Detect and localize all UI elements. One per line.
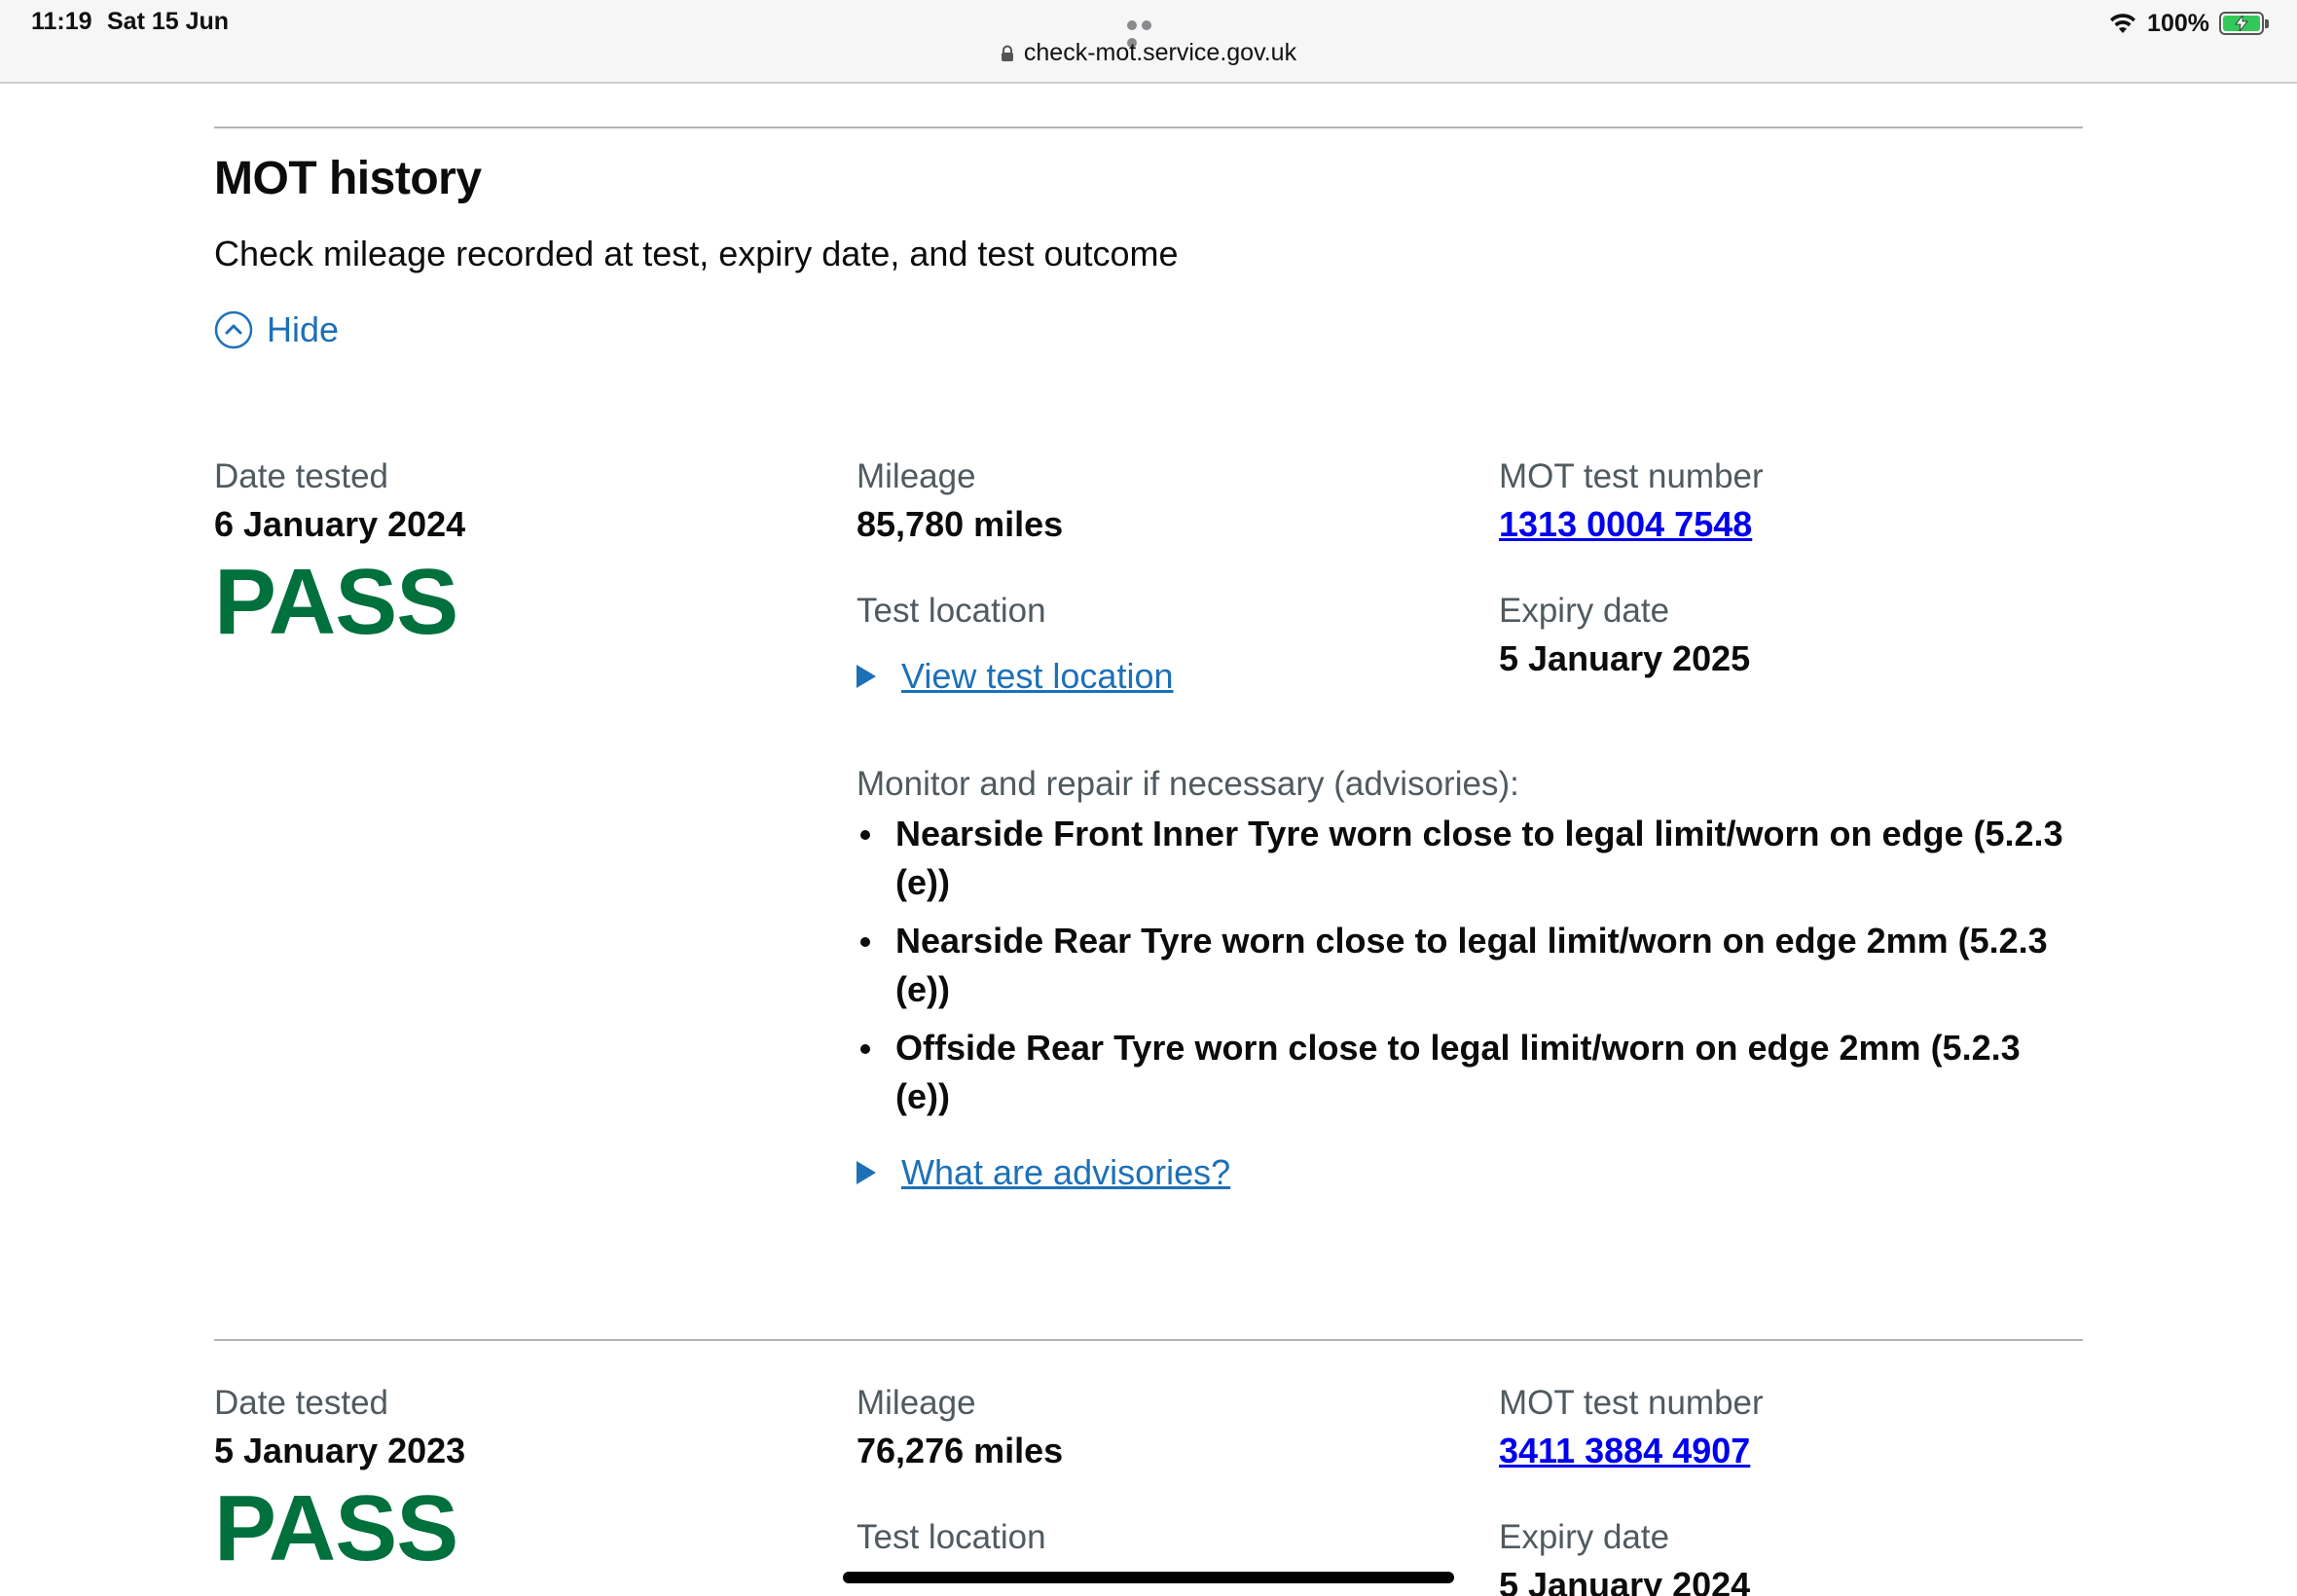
date-tested-label: Date tested bbox=[214, 1384, 388, 1422]
advisories-heading: Monitor and repair if necessary (advisor… bbox=[857, 765, 1519, 803]
test-2-details-column: Mileage 76,276 miles Test location bbox=[857, 1380, 1440, 1561]
test-result: PASS bbox=[214, 550, 458, 654]
expiry-date-value: 5 January 2025 bbox=[1499, 638, 1751, 678]
test-location-label: Test location bbox=[857, 1518, 1046, 1556]
lock-icon bbox=[1001, 45, 1013, 61]
main-content: MOT history Check mileage recorded at te… bbox=[214, 84, 2083, 1596]
address-bar[interactable]: check-mot.service.gov.uk bbox=[0, 39, 2297, 67]
home-indicator[interactable] bbox=[843, 1572, 1454, 1583]
multitasking-dots-icon[interactable] bbox=[1127, 18, 1170, 48]
test-number-link[interactable]: 3411 3884 4907 bbox=[1499, 1427, 2083, 1475]
triangle-right-icon bbox=[857, 1161, 876, 1184]
chevron-up-circle-icon bbox=[214, 310, 253, 349]
what-are-advisories-toggle[interactable]: What are advisories? bbox=[857, 1152, 2083, 1193]
test-1-number-column: MOT test number 1313 0004 7548 Expiry da… bbox=[1499, 453, 2083, 683]
hide-label: Hide bbox=[267, 309, 340, 349]
status-time: 11:19 bbox=[31, 8, 92, 35]
test-number-label: MOT test number bbox=[1499, 1384, 1764, 1422]
expiry-date-label: Expiry date bbox=[1499, 1518, 1670, 1556]
section-divider bbox=[214, 127, 2083, 128]
expiry-date-label: Expiry date bbox=[1499, 592, 1670, 630]
hide-toggle[interactable]: Hide bbox=[214, 309, 339, 350]
date-tested-value: 6 January 2024 bbox=[214, 504, 466, 544]
list-item: Nearside Front Inner Tyre worn close to … bbox=[857, 810, 2083, 907]
date-tested-label: Date tested bbox=[214, 457, 388, 495]
mileage-value: 76,276 miles bbox=[857, 1431, 1064, 1470]
test-number-label: MOT test number bbox=[1499, 457, 1764, 495]
list-item: Nearside Rear Tyre worn close to legal l… bbox=[857, 917, 2083, 1014]
test-2-number-column: MOT test number 3411 3884 4907 Expiry da… bbox=[1499, 1380, 2083, 1596]
triangle-right-icon bbox=[857, 665, 876, 688]
battery-charging-icon bbox=[2219, 12, 2269, 35]
battery-percent: 100% bbox=[2147, 9, 2209, 37]
mileage-label: Mileage bbox=[857, 1384, 976, 1422]
test-2-date-column: Date tested 5 January 2023 PASS bbox=[214, 1380, 798, 1582]
url-text: check-mot.service.gov.uk bbox=[1023, 39, 1297, 66]
what-are-advisories-label: What are advisories? bbox=[901, 1152, 1231, 1192]
section-lead: Check mileage recorded at test, expiry d… bbox=[214, 234, 1179, 273]
list-item: Offside Rear Tyre worn close to legal li… bbox=[857, 1024, 2083, 1121]
test-result: PASS bbox=[214, 1476, 458, 1580]
test-number-link[interactable]: 1313 0004 7548 bbox=[1499, 500, 2083, 549]
section-title: MOT history bbox=[214, 153, 482, 204]
test-divider bbox=[214, 1339, 2083, 1341]
wifi-icon bbox=[2110, 14, 2136, 33]
date-tested-value: 5 January 2023 bbox=[214, 1431, 466, 1470]
expiry-date-value: 5 January 2024 bbox=[1499, 1565, 1751, 1596]
status-indicators: 100% bbox=[2108, 8, 2269, 39]
test-1-date-column: Date tested 6 January 2024 PASS bbox=[214, 453, 798, 656]
browser-status-bar: 11:19 Sat 15 Jun 100% check-mot.service.… bbox=[0, 0, 2297, 84]
view-test-location-label: View test location bbox=[901, 656, 1174, 696]
status-date: Sat 15 Jun bbox=[107, 8, 230, 35]
advisories-list: Nearside Front Inner Tyre worn close to … bbox=[857, 810, 2083, 1121]
